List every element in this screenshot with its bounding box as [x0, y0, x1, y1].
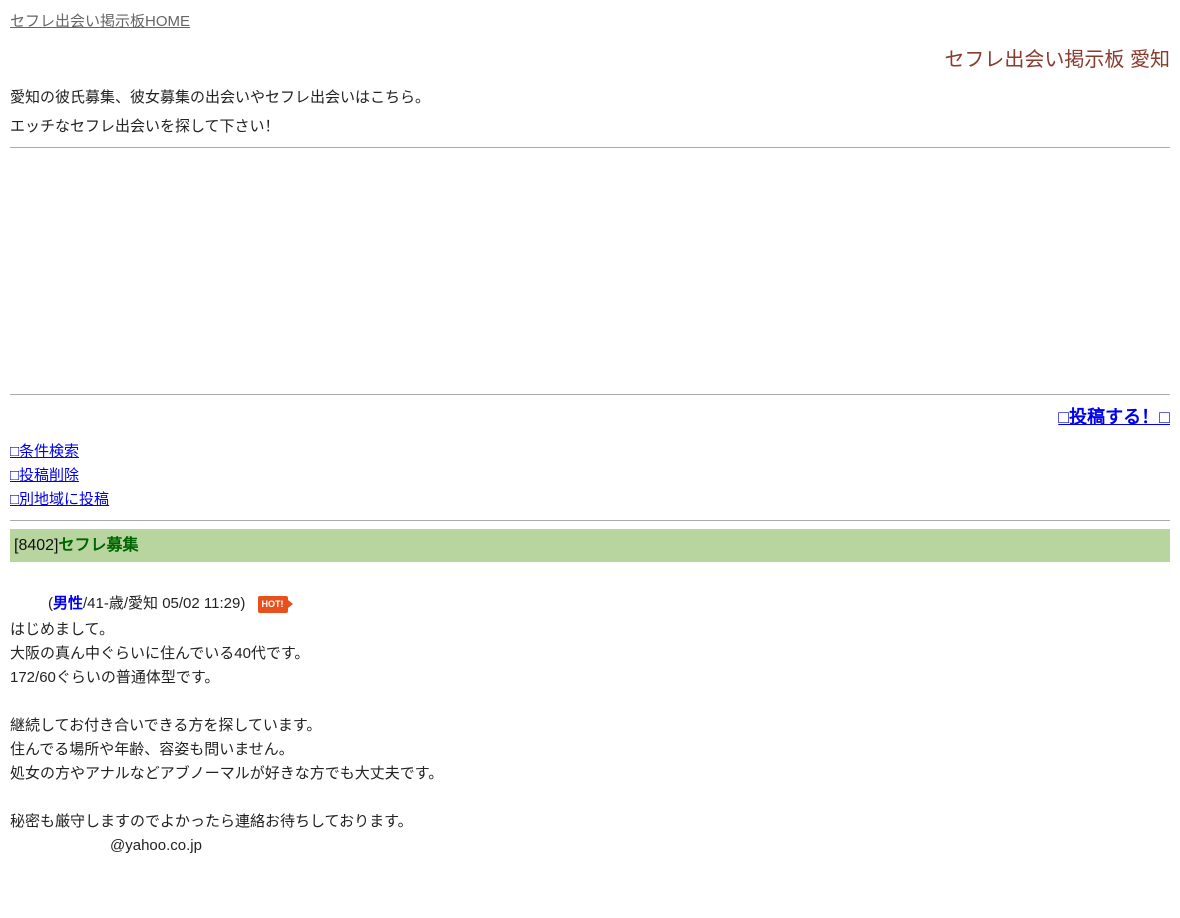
divider	[10, 520, 1170, 521]
ad-spacer	[10, 156, 1170, 386]
post-title: セフレ募集	[58, 537, 138, 554]
intro-text-1: 愛知の彼氏募集、彼女募集の出会いやセフレ出会いはこちら。	[10, 86, 1170, 110]
other-region-link[interactable]: □別地域に投稿	[10, 488, 1170, 512]
post-meta: (男性/41-歳/愛知 05/02 11:29) HOT!	[48, 592, 1170, 616]
post-gender: 男性	[53, 595, 83, 612]
post-new-button[interactable]: □投稿する！□	[1058, 407, 1170, 427]
post-meta-rest: /41-歳/愛知 05/02 11:29)	[83, 595, 245, 612]
post-header: [8402]セフレ募集	[10, 529, 1170, 563]
search-link[interactable]: □条件検索	[10, 440, 1170, 464]
divider	[10, 394, 1170, 395]
delete-link[interactable]: □投稿削除	[10, 464, 1170, 488]
divider	[10, 147, 1170, 148]
post-body: はじめまして。 大阪の真ん中ぐらいに住んでいる40代です。 172/60ぐらいの…	[10, 618, 1170, 834]
hot-badge-icon: HOT!	[258, 596, 288, 612]
post-email: @yahoo.co.jp	[110, 834, 1170, 858]
intro-text-2: エッチなセフレ出会いを探して下さい！	[10, 115, 1170, 139]
page-title: セフレ出会い掲示板 愛知	[10, 44, 1170, 76]
post-id: [8402]	[14, 537, 58, 554]
home-link[interactable]: セフレ出会い掲示板HOME	[10, 13, 190, 30]
